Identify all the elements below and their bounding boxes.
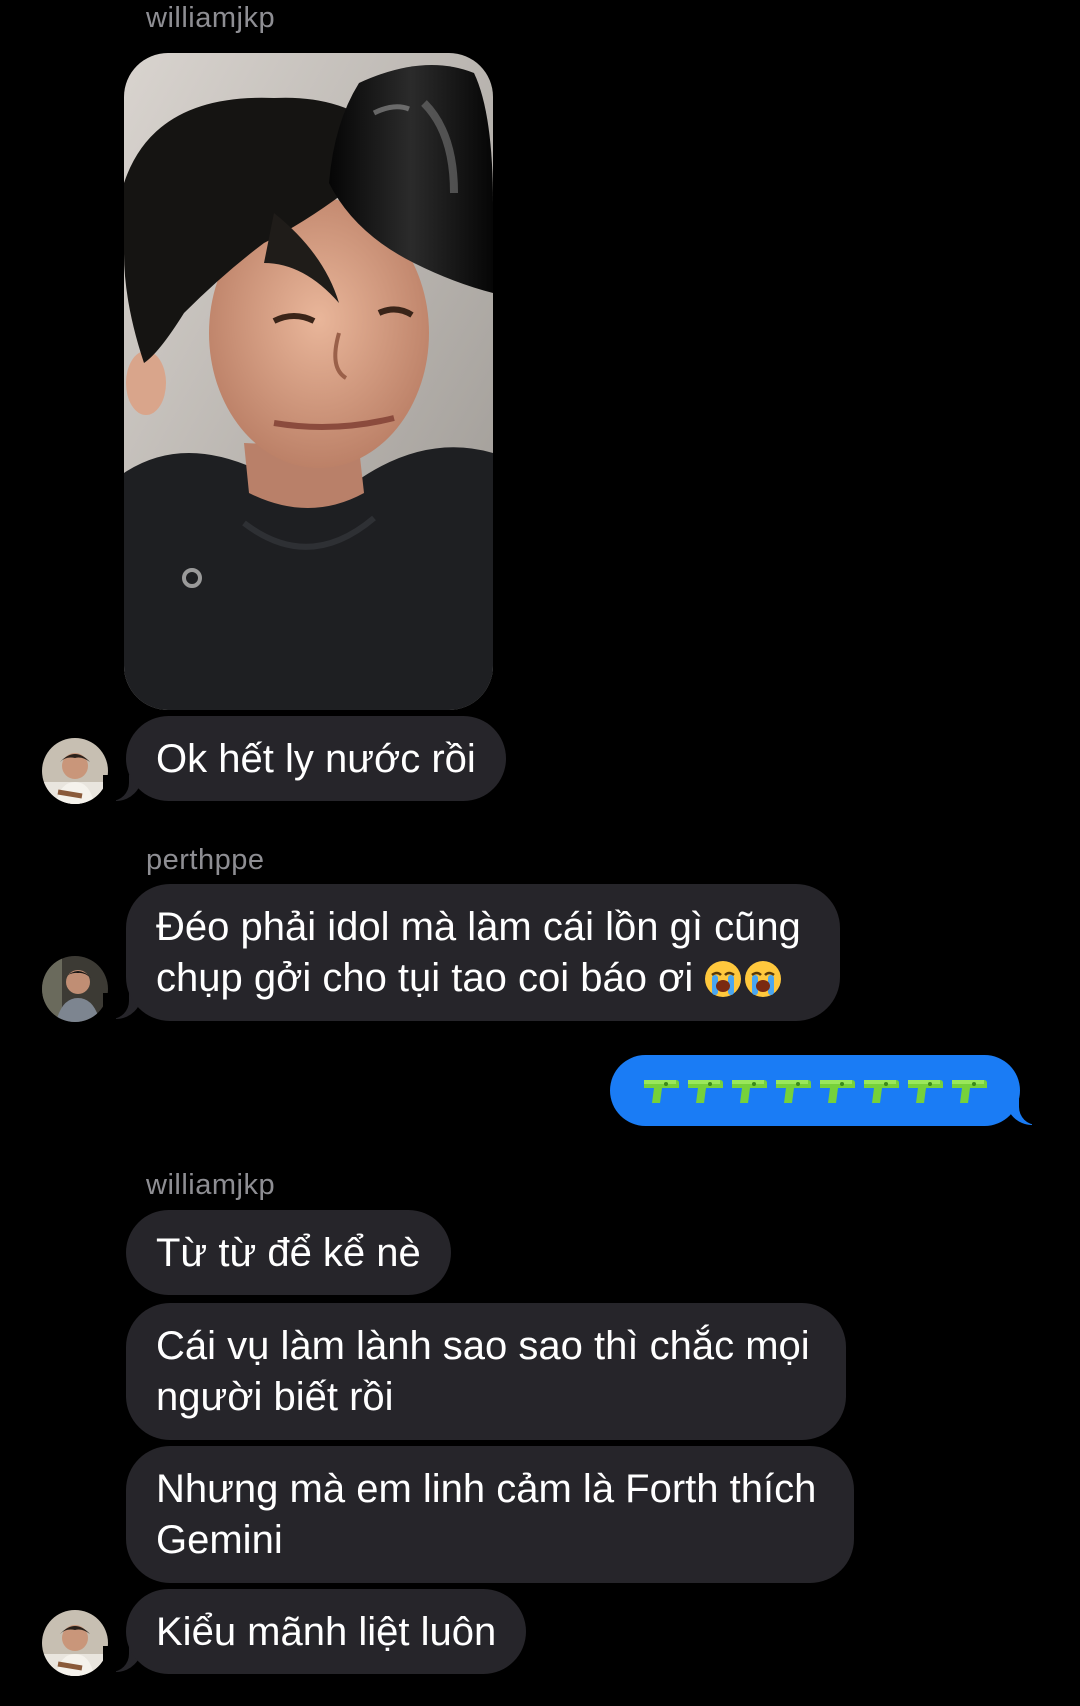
- message-bubble[interactable]: Nhưng mà em linh cảm là Forth thích Gemi…: [126, 1446, 854, 1583]
- message-text-line: chụp gởi cho tụi tao coi báo ơi: [156, 956, 694, 1000]
- water-pistol-icon: [732, 1079, 767, 1103]
- message-bubble[interactable]: Ok hết ly nước rồi: [126, 716, 506, 801]
- photo-message[interactable]: [124, 53, 493, 710]
- message-text: Từ từ để kể nè: [156, 1231, 421, 1275]
- message-bubble[interactable]: Đéo phải idol mà làm cái lồn gì cũng chụ…: [126, 884, 840, 1021]
- avatar-williamjkp[interactable]: [42, 738, 108, 804]
- message-text-line: người biết rồi: [156, 1375, 394, 1419]
- outgoing-message-bubble[interactable]: [610, 1055, 1020, 1126]
- water-pistol-icon: [820, 1079, 855, 1103]
- message-text-line: Nhưng mà em linh cảm là Forth thích: [156, 1467, 817, 1511]
- avatar-williamjkp[interactable]: [42, 1610, 108, 1676]
- loudly-crying-face-icon: [745, 960, 782, 997]
- message-bubble[interactable]: Từ từ để kể nè: [126, 1210, 451, 1295]
- message-text-line: Cái vụ làm lành sao sao thì chắc mọi: [156, 1324, 810, 1368]
- sender-name-perthppe: perthppe: [146, 844, 265, 876]
- water-pistol-icon: [864, 1079, 899, 1103]
- water-pistol-icon: [688, 1079, 723, 1103]
- message-text: Kiểu mãnh liệt luôn: [156, 1610, 497, 1654]
- loudly-crying-face-icon: [705, 960, 742, 997]
- photo-image: [124, 53, 493, 710]
- message-text-line: Đéo phải idol mà làm cái lồn gì cũng: [156, 905, 801, 949]
- avatar-image: [42, 956, 108, 1022]
- water-pistol-icon: [952, 1079, 987, 1103]
- avatar-image: [42, 738, 108, 804]
- message-text: Ok hết ly nước rồi: [156, 737, 476, 781]
- message-bubble[interactable]: Cái vụ làm lành sao sao thì chắc mọi ngư…: [126, 1303, 846, 1440]
- emoji-group: [703, 959, 783, 999]
- message-bubble[interactable]: Kiểu mãnh liệt luôn: [126, 1589, 527, 1674]
- water-pistol-icon: [644, 1079, 679, 1103]
- sender-name-williamjkp: williamjkp: [146, 1169, 276, 1201]
- avatar-image: [42, 1610, 108, 1676]
- message-text-line: Gemini: [156, 1518, 283, 1562]
- water-pistol-icon: [908, 1079, 943, 1103]
- sender-name-williamjkp: williamjkp: [146, 2, 276, 34]
- water-pistol-icon: [776, 1079, 811, 1103]
- avatar-perthppe[interactable]: [42, 956, 108, 1022]
